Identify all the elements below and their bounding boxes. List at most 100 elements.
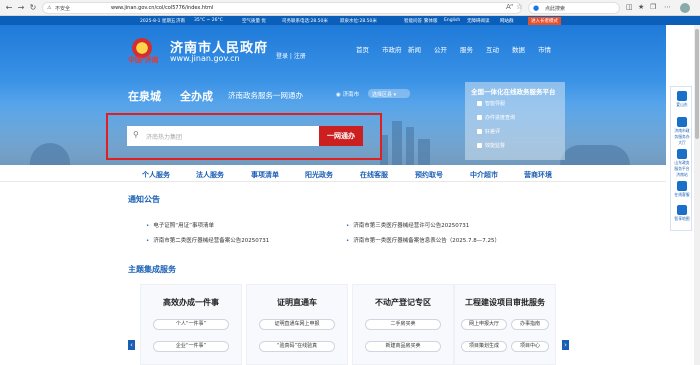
chat-icon xyxy=(677,181,687,191)
service-card[interactable]: 高效办成一件事 个人“一件事” 企业“一件事” xyxy=(140,284,242,365)
float-item-online-service[interactable]: 在线客服 xyxy=(673,181,691,198)
nav-news[interactable]: 新闻 xyxy=(408,44,430,54)
card-title[interactable]: 不动产登记专区 xyxy=(353,297,453,308)
more-menu-icon[interactable]: ⋯ xyxy=(664,3,671,11)
favorites-icon[interactable]: ★ xyxy=(638,3,644,11)
forward-icon[interactable]: → xyxy=(16,3,26,13)
address-bar[interactable]: ⚠ 不安全 www.jinan.gov.cn/col/col5776/index… xyxy=(42,2,522,14)
notice-item[interactable]: • 电子证照“用证”事项清单 xyxy=(146,221,214,229)
collections-icon[interactable]: ❐ xyxy=(650,3,656,11)
float-item-platform[interactable]: 山东政务服务平台济南站 xyxy=(673,149,691,178)
page-scrollbar[interactable] xyxy=(694,25,700,365)
district-select-label: 选择区县 xyxy=(372,92,393,98)
float-item-aishandong[interactable]: 爱山东 xyxy=(673,91,691,108)
notice-text[interactable]: 电子证照“用证”事项清单 xyxy=(153,223,214,229)
back-icon[interactable]: ← xyxy=(4,3,14,13)
site-url: www.jinan.gov.cn xyxy=(170,54,240,63)
notice-text[interactable]: 济南市第三类医疗器械经营许可公告20250731 xyxy=(353,223,469,229)
pill-button[interactable]: 证明直通车网上申报 xyxy=(259,319,335,330)
login-link[interactable]: 登录 xyxy=(276,53,288,60)
weather-temp: 35°C ~ 26°C xyxy=(194,18,223,23)
nav-interact[interactable]: 互动 xyxy=(486,44,508,54)
link-smart-qa[interactable]: 智能问答 xyxy=(404,18,422,24)
pill-button[interactable]: 网上申报大厅 xyxy=(461,319,507,330)
prev-arrow-icon[interactable]: ‹ xyxy=(128,340,135,350)
url-text[interactable]: www.jinan.gov.cn/col/col5776/index.html xyxy=(111,5,213,11)
cat-appointment[interactable]: 预约取号 xyxy=(415,170,443,180)
link-traditional[interactable]: 繁体版 xyxy=(424,18,438,24)
skyline-tower xyxy=(392,121,402,165)
pill-button[interactable]: 项目中心 xyxy=(511,341,549,352)
date-text: 2025-8-1 星期五 xyxy=(140,19,176,24)
next-arrow-icon[interactable]: › xyxy=(562,340,569,350)
float-item-service-hall[interactable]: 济南市政务服务办大厅 xyxy=(673,117,691,146)
scrollbar-thumb[interactable] xyxy=(695,29,699,139)
notice-text[interactable]: 济南市第一类医疗器械备案信息表公告（2025.7.8—7.25） xyxy=(353,238,500,244)
service-card[interactable]: 不动产登记专区 二手房买卖 新建商品房买卖 xyxy=(352,284,454,365)
card-title[interactable]: 高效办成一件事 xyxy=(141,297,241,308)
browser-search-text[interactable]: 点此搜索 xyxy=(545,5,565,12)
read-aloud-icon[interactable]: A“ xyxy=(506,3,514,11)
notice-text[interactable]: 济南市第二类医疗器械经营备案公告20250731 xyxy=(153,238,269,244)
panel-item-rating[interactable]: 好差评 xyxy=(477,128,500,135)
bullet-icon: • xyxy=(146,223,150,229)
link-english[interactable]: English xyxy=(444,18,460,23)
float-label: 山东政务服务平台济南站 xyxy=(674,160,690,177)
security-label[interactable]: 不安全 xyxy=(55,5,70,12)
notice-item[interactable]: • 济南市第一类医疗器械备案信息表公告（2025.7.8—7.25） xyxy=(346,236,500,244)
service-card[interactable]: 工程建设项目审批服务 网上申报大厅 办事指南 项目策划生成 项目中心 xyxy=(454,284,556,365)
cat-online-service[interactable]: 在线客服 xyxy=(360,170,388,180)
link-accessibility[interactable]: 无障碍阅读 xyxy=(467,18,490,24)
info-text-1: 司务联系电话:28.50米 xyxy=(282,19,328,24)
pill-button[interactable]: 个人“一件事” xyxy=(153,319,229,330)
login-links: 登录 | 注册 xyxy=(276,53,306,60)
nav-public[interactable]: 公开 xyxy=(434,44,456,54)
panel-item-supervision[interactable]: 效能监督 xyxy=(477,142,505,149)
pill-button[interactable]: 项目策划生成 xyxy=(461,341,507,352)
notice-item[interactable]: • 济南市第二类医疗器械经营备案公告20250731 xyxy=(146,236,269,244)
float-item-map[interactable]: 智享地图 xyxy=(673,205,691,222)
card-title[interactable]: 证明直通车 xyxy=(247,297,347,308)
browser-search-box[interactable]: ● 点此搜索 xyxy=(528,2,620,14)
search-input[interactable]: ⚲ 济南热力集团 xyxy=(127,126,319,146)
float-label: 爱山东 xyxy=(676,102,688,107)
notice-item[interactable]: • 济南市第三类医疗器械经营许可公告20250731 xyxy=(346,221,469,229)
service-card[interactable]: 证明直通车 证明直通车网上申报 “验真码”在线验真 xyxy=(246,284,348,365)
pill-button[interactable]: 新建商品房买卖 xyxy=(365,341,441,352)
skyline-stadium xyxy=(560,145,630,165)
cat-sunshine[interactable]: 阳光政务 xyxy=(305,170,333,180)
elder-mode-button[interactable]: 进入长者模式 xyxy=(528,17,561,25)
panel-item-guide[interactable]: 智能导服 xyxy=(477,100,505,107)
main-nav: 首页 市政府 新闻 公开 服务 互动 数据 市情 xyxy=(356,44,564,54)
progress-icon xyxy=(477,115,482,120)
rating-icon xyxy=(477,129,482,134)
pill-button[interactable]: 办事指南 xyxy=(511,319,549,330)
cat-agency-market[interactable]: 中介超市 xyxy=(470,170,498,180)
cat-personal[interactable]: 个人服务 xyxy=(142,170,170,180)
register-link[interactable]: 注册 xyxy=(294,53,306,60)
nav-data[interactable]: 数据 xyxy=(512,44,534,54)
refresh-icon[interactable]: ↻ xyxy=(28,3,38,13)
floating-side-panel: 爱山东 济南市政务服务办大厅 山东政务服务平台济南站 在线客服 智享地图 xyxy=(670,86,692,231)
split-screen-icon[interactable]: ◫ xyxy=(626,3,633,11)
link-site-group[interactable]: 网站群 xyxy=(500,18,514,24)
warning-icon[interactable]: ⚠ xyxy=(47,5,51,11)
nav-home[interactable]: 首页 xyxy=(356,44,378,54)
search-button[interactable]: 一网通办 xyxy=(319,126,363,146)
nav-city[interactable]: 市情 xyxy=(538,44,560,54)
profile-avatar[interactable] xyxy=(680,3,690,13)
nav-government[interactable]: 市政府 xyxy=(382,44,404,54)
cat-corporate[interactable]: 法人服务 xyxy=(196,170,224,180)
pill-button[interactable]: “验真码”在线验真 xyxy=(259,341,335,352)
pill-button[interactable]: 二手房买卖 xyxy=(365,319,441,330)
nav-service[interactable]: 服务 xyxy=(460,44,482,54)
cat-item-list[interactable]: 事项清单 xyxy=(251,170,279,180)
panel-item-progress[interactable]: 办件进度查询 xyxy=(477,114,515,121)
search-engine-icon: ● xyxy=(533,4,540,12)
supervision-icon xyxy=(477,143,482,148)
pill-button[interactable]: 企业“一件事” xyxy=(153,341,229,352)
favorite-star-icon[interactable]: ☆ xyxy=(516,3,522,11)
district-select[interactable]: 选择区县 ▾ xyxy=(368,89,410,98)
card-title[interactable]: 工程建设项目审批服务 xyxy=(455,297,555,308)
cat-business-env[interactable]: 营商环境 xyxy=(524,170,552,180)
